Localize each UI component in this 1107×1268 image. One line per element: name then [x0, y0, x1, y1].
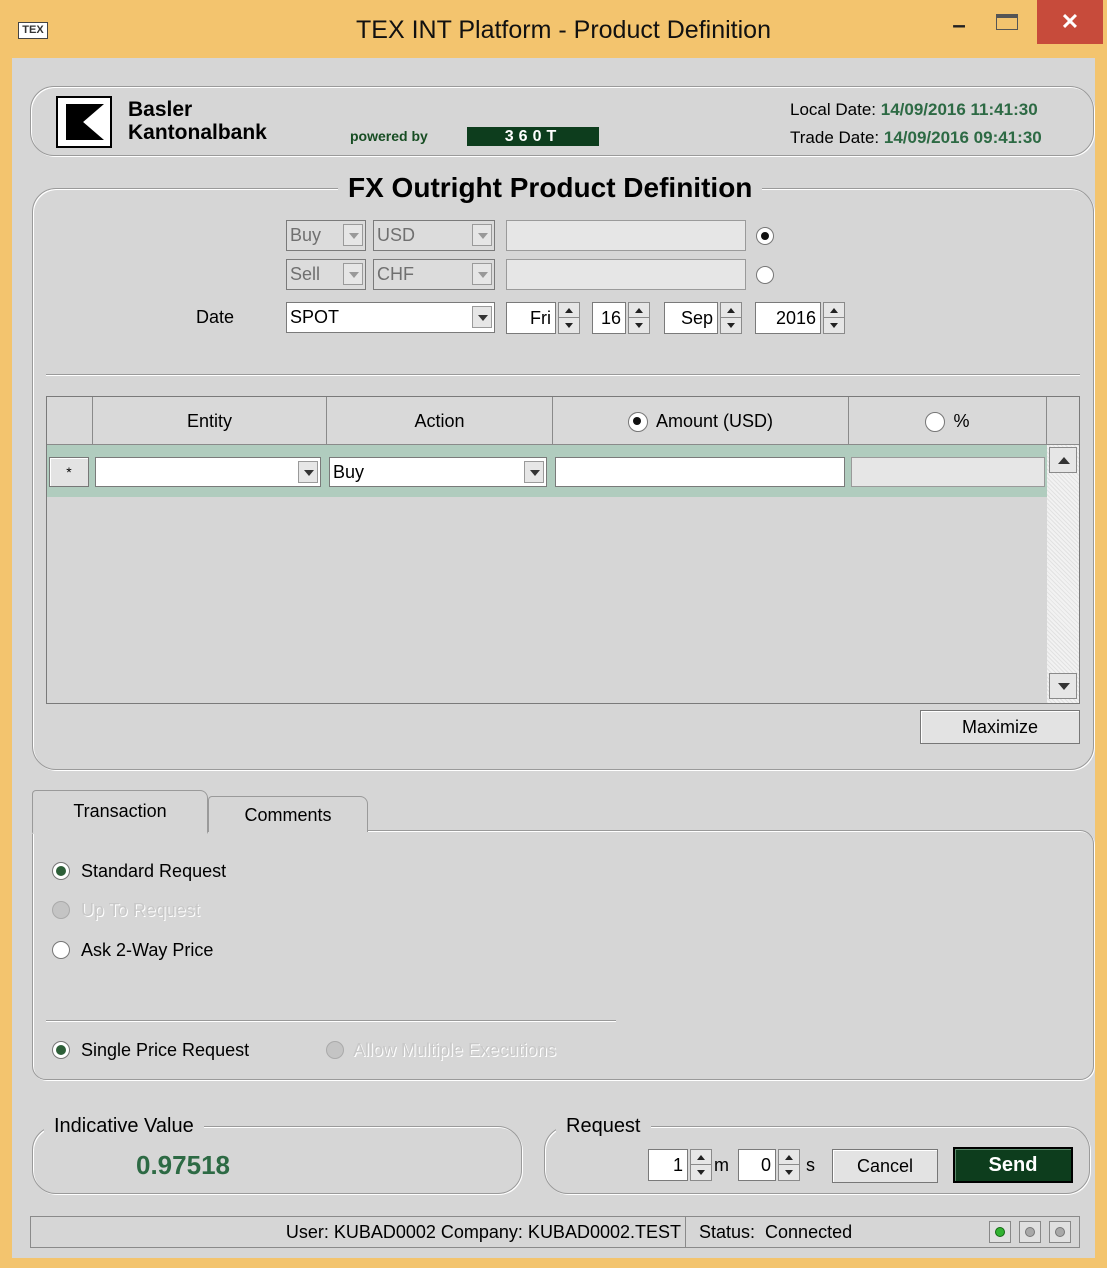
leg1-side-select[interactable]: Buy: [286, 220, 366, 251]
year-spinner[interactable]: 2016: [755, 302, 821, 334]
leg1-amount-field[interactable]: [506, 220, 746, 251]
leg2-side-select[interactable]: Sell: [286, 259, 366, 290]
entity-select[interactable]: [95, 457, 321, 487]
status-bar: User: KUBAD0002 Company: KUBAD0002.TEST …: [30, 1216, 1080, 1248]
month-spin-buttons[interactable]: [720, 302, 742, 334]
leg1-side-value: Buy: [290, 225, 322, 245]
tab-transaction[interactable]: Transaction: [32, 790, 208, 834]
chevron-down-icon: [343, 224, 363, 246]
amount-input[interactable]: [555, 457, 845, 487]
divider: [46, 374, 1080, 376]
indicative-value-label: Indicative Value: [44, 1115, 204, 1138]
day-spinner[interactable]: 16: [592, 302, 626, 334]
local-date-value: 14/09/2016 11:41:30: [880, 100, 1038, 119]
bank-name: Basler Kantonalbank: [128, 98, 267, 144]
leg2-radio[interactable]: [756, 266, 774, 284]
grid-header-amount[interactable]: Amount (USD): [553, 397, 849, 445]
scroll-up-icon[interactable]: [1049, 447, 1077, 473]
minutes-spin-buttons[interactable]: [690, 1149, 712, 1181]
day-spin-buttons[interactable]: [628, 302, 650, 334]
leg1-currency-select[interactable]: USD: [373, 220, 495, 251]
chevron-down-icon: [472, 224, 492, 246]
trade-date-value: 14/09/2016 09:41:30: [883, 128, 1042, 147]
percent-input[interactable]: [851, 457, 1045, 487]
product-title: FX Outright Product Definition: [338, 172, 763, 204]
powered-by-label: powered by: [350, 128, 428, 144]
action-select[interactable]: Buy: [329, 457, 547, 487]
weekday-spinner[interactable]: Fri: [506, 302, 556, 334]
trade-date-label: Trade Date:: [790, 128, 880, 147]
send-button[interactable]: Send: [953, 1147, 1073, 1183]
request-label: Request: [556, 1115, 651, 1138]
up-to-request-label: Up To Request: [81, 900, 200, 920]
chevron-down-icon: [472, 306, 492, 328]
connection-status: Status: Connected: [699, 1222, 853, 1242]
row-marker[interactable]: *: [49, 457, 89, 487]
divider: [46, 1020, 616, 1022]
single-price-radio[interactable]: [52, 1041, 70, 1059]
allow-multiple-radio: [326, 1041, 344, 1059]
leg1-radio[interactable]: [756, 227, 774, 245]
status-indicator-icon: [1019, 1221, 1041, 1243]
single-price-label[interactable]: Single Price Request: [81, 1040, 249, 1061]
ask-two-way-radio[interactable]: [52, 941, 70, 959]
percent-column-radio[interactable]: [925, 412, 946, 433]
close-button[interactable]: ✕: [1037, 0, 1103, 44]
chevron-down-icon: [298, 461, 318, 483]
brand-360t-logo: 360T: [467, 127, 599, 146]
cancel-button[interactable]: Cancel: [832, 1149, 938, 1183]
leg2-currency-select[interactable]: CHF: [373, 259, 495, 290]
grid-header-action[interactable]: Action: [327, 397, 553, 445]
grid-header-percent[interactable]: %: [849, 397, 1047, 445]
ask-two-way-label[interactable]: Ask 2-Way Price: [81, 940, 213, 961]
seconds-spinner[interactable]: 0: [738, 1149, 776, 1181]
action-value: Buy: [333, 462, 365, 482]
minutes-unit: m: [714, 1155, 729, 1175]
allow-multiple-label: Allow Multiple Executions: [353, 1040, 557, 1060]
scroll-down-icon[interactable]: [1049, 673, 1077, 699]
indicative-value: 0.97518: [136, 1150, 230, 1180]
amount-column-radio[interactable]: [627, 412, 648, 433]
grid-header-entity[interactable]: Entity: [93, 397, 327, 445]
vertical-scrollbar[interactable]: [1047, 445, 1079, 703]
bank-name-line2: Kantonalbank: [128, 121, 267, 144]
window-title: TEX INT Platform - Product Definition: [356, 16, 771, 44]
weekday-spin-buttons[interactable]: [558, 302, 580, 334]
grid-header-scroll-corner: [1047, 397, 1079, 445]
standard-request-label[interactable]: Standard Request: [81, 861, 226, 882]
tenor-value: SPOT: [290, 307, 340, 327]
bank-logo-icon: [56, 96, 112, 148]
grid-header-percent-label: %: [953, 411, 970, 431]
seconds-unit: s: [806, 1155, 815, 1175]
date-label: Date: [196, 307, 235, 327]
date-info: Local Date: 14/09/2016 11:41:30 Trade Da…: [790, 96, 1042, 152]
up-to-request-radio: [52, 901, 70, 919]
maximize-button[interactable]: Maximize: [920, 710, 1080, 744]
status-indicator-icon: [989, 1221, 1011, 1243]
status-indicator-icon: [1049, 1221, 1071, 1243]
local-date-label: Local Date:: [790, 100, 876, 119]
maximize-window-button[interactable]: [996, 14, 1018, 30]
allocation-grid[interactable]: Entity Action Amount (USD) % * Buy: [46, 396, 1080, 704]
minimize-button[interactable]: –: [944, 14, 974, 44]
grid-header-corner: [47, 397, 93, 445]
seconds-spin-buttons[interactable]: [778, 1149, 800, 1181]
tab-comments[interactable]: Comments: [208, 796, 368, 832]
leg2-amount-field[interactable]: [506, 259, 746, 290]
chevron-down-icon: [524, 461, 544, 483]
leg2-currency-value: CHF: [377, 264, 414, 284]
minutes-spinner[interactable]: 1: [648, 1149, 688, 1181]
chevron-down-icon: [472, 263, 492, 285]
tenor-select[interactable]: SPOT: [286, 302, 495, 333]
grid-header-amount-label: Amount (USD): [655, 411, 774, 431]
standard-request-radio[interactable]: [52, 862, 70, 880]
leg1-currency-value: USD: [377, 225, 416, 245]
user-info: User: KUBAD0002 Company: KUBAD0002.TEST: [31, 1217, 686, 1247]
year-spin-buttons[interactable]: [823, 302, 845, 334]
bank-name-line1: Basler: [128, 98, 193, 121]
chevron-down-icon: [343, 263, 363, 285]
month-spinner[interactable]: Sep: [664, 302, 718, 334]
leg2-side-value: Sell: [290, 264, 321, 284]
